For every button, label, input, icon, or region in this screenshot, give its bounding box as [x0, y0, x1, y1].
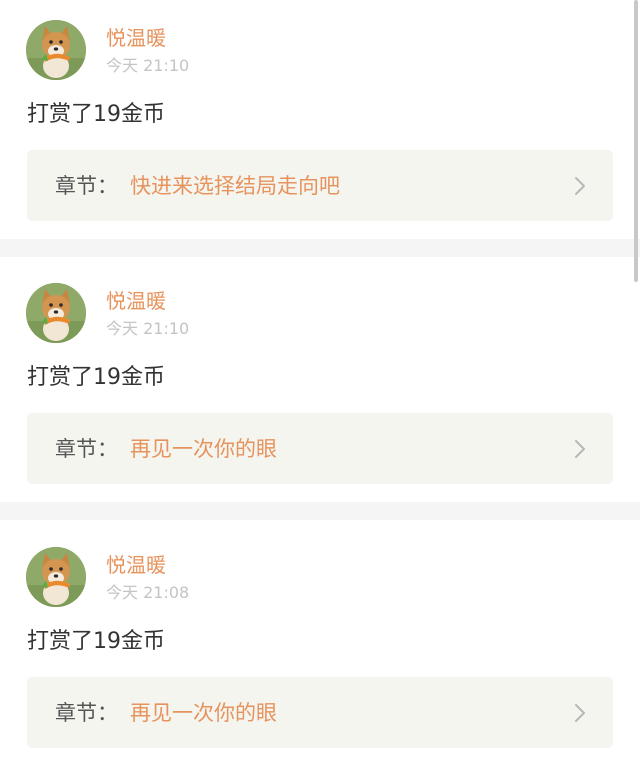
shiba-dog-avatar-icon	[26, 20, 86, 80]
reward-action-text: 打赏了19金币	[27, 365, 165, 390]
chevron-right-icon	[575, 177, 585, 195]
shiba-dog-avatar-icon	[26, 283, 86, 343]
chapter-link[interactable]: 章节： 再见一次你的眼	[27, 413, 613, 484]
chapter-title: 快进来选择结局走向吧	[130, 174, 340, 198]
user-avatar[interactable]	[26, 547, 86, 607]
reward-card: 悦温暖 今天 21:10 打赏了19金币 章节： 再见一次你的眼	[0, 263, 640, 508]
user-avatar[interactable]	[26, 20, 86, 80]
reward-card: 悦温暖 今天 21:10 打赏了19金币 章节： 快进来选择结局走向吧	[0, 0, 640, 245]
reward-feed: 悦温暖 今天 21:10 打赏了19金币 章节： 快进来选择结局走向吧 悦温暖 …	[0, 0, 640, 765]
chevron-right-icon	[575, 704, 585, 722]
chapter-prefix-label: 章节：	[55, 174, 118, 198]
card-separator	[0, 239, 640, 257]
timestamp: 今天 21:08	[106, 583, 190, 602]
chapter-title: 再见一次你的眼	[130, 437, 277, 461]
timestamp: 今天 21:10	[106, 319, 190, 338]
chapter-prefix-label: 章节：	[55, 437, 118, 461]
chapter-link[interactable]: 章节： 再见一次你的眼	[27, 677, 613, 748]
card-separator	[0, 502, 640, 520]
reward-action-text: 打赏了19金币	[27, 629, 165, 654]
scrollbar[interactable]	[634, 0, 638, 282]
timestamp: 今天 21:10	[106, 56, 190, 75]
shiba-dog-avatar-icon	[26, 547, 86, 607]
user-name[interactable]: 悦温暖	[106, 289, 166, 313]
chevron-right-icon	[575, 440, 585, 458]
reward-card: 悦温暖 今天 21:08 打赏了19金币 章节： 再见一次你的眼	[0, 527, 640, 765]
reward-action-text: 打赏了19金币	[27, 102, 165, 127]
user-name[interactable]: 悦温暖	[106, 26, 166, 50]
user-name[interactable]: 悦温暖	[106, 553, 166, 577]
chapter-link[interactable]: 章节： 快进来选择结局走向吧	[27, 150, 613, 221]
user-avatar[interactable]	[26, 283, 86, 343]
chapter-prefix-label: 章节：	[55, 701, 118, 725]
chapter-title: 再见一次你的眼	[130, 701, 277, 725]
